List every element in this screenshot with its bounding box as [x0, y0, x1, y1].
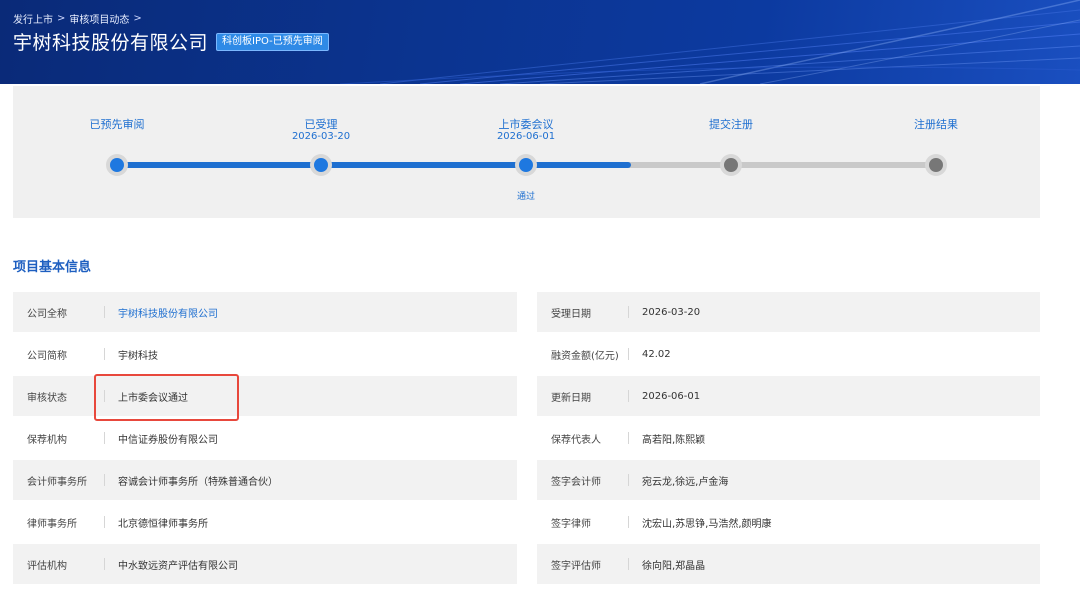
- info-label: 保荐代表人: [551, 434, 601, 446]
- info-value: 中水致远资产评估有限公司: [118, 560, 238, 572]
- info-row-signing-lawyers: 签字律师 沈宏山,苏思铮,马浩然,颜明康: [537, 502, 1040, 542]
- step-node-pending: [720, 154, 742, 176]
- step-result-passed: 通过: [516, 192, 535, 202]
- breadcrumb-item-review-dynamics[interactable]: 审核项目动态: [69, 11, 129, 26]
- info-row-company-full-name: 公司全称 宇树科技股份有限公司: [13, 292, 517, 332]
- info-label: 受理日期: [551, 308, 591, 320]
- review-progress-panel: 已预先审阅 已受理 2026-03-20 上市委会议 2026-06-01 提交…: [13, 86, 1040, 218]
- info-label: 律师事务所: [27, 518, 77, 530]
- company-full-name-link[interactable]: 宇树科技股份有限公司: [105, 305, 218, 320]
- info-value: 中信证券股份有限公司: [118, 434, 218, 446]
- info-row-sponsor-representatives: 保荐代表人 高若阳,陈熙颖: [537, 418, 1040, 458]
- info-value: 42.02: [642, 348, 671, 360]
- step-date: 2026-06-01: [496, 131, 556, 142]
- step-label-listing-committee: 上市委会议 2026-06-01: [466, 119, 586, 143]
- info-label: 签字会计师: [551, 476, 601, 488]
- header-banner: 发行上市 > 审核项目动态 > 宇树科技股份有限公司 科创板IPO-已预先审阅: [0, 0, 1080, 84]
- info-row-signing-accountants: 签字会计师 宛云龙,徐远,卢金海: [537, 460, 1040, 500]
- info-row-review-status: 审核状态 上市委会议通过: [13, 376, 517, 416]
- section-title: 项目基本信息: [13, 260, 92, 275]
- progress-track-completed: [115, 162, 631, 168]
- breadcrumb: 发行上市 > 审核项目动态 >: [13, 11, 142, 26]
- status-badge: 科创板IPO-已预先审阅: [216, 32, 329, 51]
- step-node-pending: [925, 154, 947, 176]
- step-date: 2026-03-20: [291, 131, 351, 142]
- page-title: 宇树科技股份有限公司: [13, 32, 209, 54]
- breadcrumb-item-listing[interactable]: 发行上市: [13, 11, 53, 26]
- breadcrumb-separator: >: [57, 13, 66, 24]
- step-label-registration-result: 注册结果: [876, 119, 996, 131]
- step-title: 已受理: [304, 118, 338, 131]
- step-title: 注册结果: [914, 118, 958, 131]
- step-title: 上市委会议: [498, 118, 554, 131]
- info-value: 徐向阳,郑晶晶: [642, 560, 706, 572]
- step-title: 已预先审阅: [89, 118, 145, 131]
- info-row-accounting-firm: 会计师事务所 容诚会计师事务所（特殊普通合伙）: [13, 460, 517, 500]
- info-row-sponsor: 保荐机构 中信证券股份有限公司: [13, 418, 517, 458]
- info-value: 容诚会计师事务所（特殊普通合伙）: [118, 476, 278, 488]
- step-node-done: [106, 154, 128, 176]
- step-label-accepted: 已受理 2026-03-20: [261, 119, 381, 143]
- info-label: 融资金额(亿元): [551, 350, 619, 362]
- info-value: 宛云龙,徐远,卢金海: [642, 476, 729, 488]
- info-value: 沈宏山,苏思铮,马浩然,颜明康: [642, 518, 772, 530]
- info-value: 高若阳,陈熙颖: [642, 434, 706, 446]
- info-row-signing-appraisers: 签字评估师 徐向阳,郑晶晶: [537, 544, 1040, 584]
- info-label: 公司简称: [27, 350, 67, 362]
- info-value: 宇树科技: [118, 350, 158, 362]
- info-label: 签字律师: [551, 518, 591, 530]
- breadcrumb-separator: >: [133, 13, 142, 24]
- info-label: 评估机构: [27, 560, 67, 572]
- info-row-law-firm: 律师事务所 北京德恒律师事务所: [13, 502, 517, 542]
- step-label-submit-registration: 提交注册: [671, 119, 791, 131]
- info-value: 北京德恒律师事务所: [118, 518, 208, 530]
- step-title: 提交注册: [709, 118, 753, 131]
- info-label: 审核状态: [27, 392, 67, 404]
- info-row-update-date: 更新日期 2026-06-01: [537, 376, 1040, 416]
- step-node-done: [515, 154, 537, 176]
- info-row-company-short-name: 公司简称 宇树科技: [13, 334, 517, 374]
- info-label: 更新日期: [551, 392, 591, 404]
- info-value: 2026-03-20: [642, 306, 701, 318]
- info-row-acceptance-date: 受理日期 2026-03-20: [537, 292, 1040, 332]
- info-label: 签字评估师: [551, 560, 601, 572]
- info-value: 2026-06-01: [642, 390, 701, 402]
- info-row-appraisal-firm: 评估机构 中水致远资产评估有限公司: [13, 544, 517, 584]
- info-label: 公司全称: [27, 308, 67, 320]
- info-row-financing-amount: 融资金额(亿元) 42.02: [537, 334, 1040, 374]
- info-label: 保荐机构: [27, 434, 67, 446]
- info-label: 会计师事务所: [27, 476, 87, 488]
- step-node-done: [310, 154, 332, 176]
- highlight-annotation-box: [94, 374, 239, 421]
- step-label-pre-review: 已预先审阅: [57, 119, 177, 131]
